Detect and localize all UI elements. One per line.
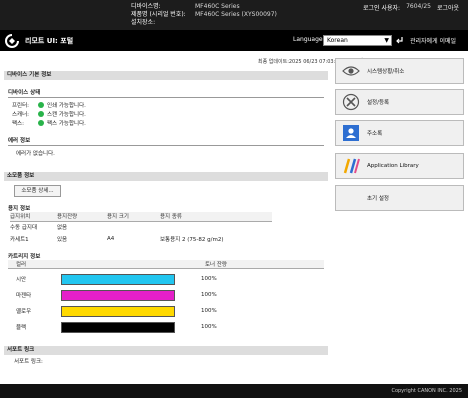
- status-ok-icon: [38, 110, 44, 117]
- table-row: 수동 급지대 없음: [10, 221, 272, 233]
- language-select[interactable]: Korean ▼: [323, 35, 392, 46]
- cartridge-name: 시안: [16, 277, 27, 283]
- error-text: 에러가 없습니다.: [16, 151, 55, 157]
- device-info-section-title: 디바이스 기본 정보: [4, 71, 328, 80]
- device-status-title: 디바이스 상태: [8, 90, 41, 96]
- copyright: Copyright CANON INC. 2025: [391, 388, 462, 394]
- table-cell: [160, 221, 272, 233]
- cartridge-row-cyan: 시안 100%: [4, 271, 328, 287]
- table-cell: 있음: [57, 237, 68, 243]
- eye-icon: [341, 61, 361, 81]
- support-link-label: 서포트 링크:: [14, 359, 43, 365]
- initial-settings-button[interactable]: 초기 설정: [335, 185, 464, 211]
- application-library-icon: [341, 156, 361, 176]
- toner-bar: [61, 289, 175, 301]
- status-ok-icon: [38, 119, 44, 126]
- chevron-down-icon: ▼: [384, 37, 389, 44]
- consumables-detail-button[interactable]: 소모품 상세...: [14, 185, 61, 197]
- address-book-button[interactable]: 주소록: [335, 120, 464, 146]
- apply-language-icon[interactable]: [395, 35, 404, 45]
- status-row-fax: 팩스: 팩스 가능합니다.: [4, 118, 328, 127]
- divider: [8, 97, 324, 98]
- toner-level: 100%: [201, 308, 217, 314]
- column-header: 토너 잔량: [205, 262, 227, 268]
- toner-level: 100%: [201, 276, 217, 282]
- consumables-section-title: 소모품 정보: [4, 172, 328, 181]
- cartridge-name: 옐로우: [16, 309, 32, 315]
- toner-bar: [61, 321, 175, 333]
- device-name-value: MF460C Series: [195, 3, 240, 10]
- table-cell: 보통용지 2 (75-82 g/m2): [160, 237, 224, 243]
- main-content: 디바이스 기본 정보 디바이스 상태 프린터: 인쇄 가능합니다. 스캐너: 스…: [4, 71, 328, 365]
- table-cell: A4: [107, 236, 115, 242]
- table-cell: [107, 221, 160, 233]
- status-label: 프린터:: [12, 102, 30, 109]
- mail-admin-link[interactable]: 관리자에게 이메일: [410, 36, 456, 45]
- cartridge-info-title: 카트리지 정보: [8, 254, 41, 260]
- product-label: 제품명 (시리얼 번호):: [131, 11, 186, 18]
- page-title: 리모트 UI: 포털: [25, 37, 74, 45]
- column-header: 용지잔량: [57, 212, 107, 222]
- toner-bar: [61, 273, 175, 285]
- remote-ui-logo-icon: [5, 34, 19, 48]
- button-label: 설정/등록: [367, 100, 390, 106]
- column-header: 용지 종류: [160, 212, 272, 222]
- button-label: Application Library: [367, 163, 419, 169]
- status-label: 스캐너:: [12, 111, 30, 118]
- language-label: Language:: [293, 36, 325, 43]
- portal-header: 리모트 UI: 포털 Language: Korean ▼ 관리자에게 이메일: [0, 30, 468, 51]
- table-cell: 카세트1: [10, 237, 29, 243]
- login-user: 7604/25: [406, 3, 431, 10]
- device-name-label: 디바이스명:: [131, 3, 161, 10]
- cartridge-table-header: 컬러 토너 잔량: [8, 260, 324, 269]
- status-label: 팩스:: [12, 120, 24, 127]
- column-header: 컬러: [16, 262, 27, 268]
- login-info: 로그인 사용자: 7604/25 로그아웃: [363, 3, 459, 12]
- cartridge-row-yellow: 옐로우 100%: [4, 303, 328, 319]
- toner-bar: [61, 305, 175, 317]
- status-monitor-button[interactable]: 시스템상황/취소: [335, 58, 464, 84]
- product-value: MF460C Series (XYS00097): [195, 11, 277, 18]
- status-ok-icon: [38, 101, 44, 108]
- toner-level: 100%: [201, 324, 217, 330]
- button-label: 시스템상황/취소: [367, 69, 405, 75]
- table-header: 급지위치 용지잔량 용지 크기 용지 종류: [10, 212, 272, 222]
- top-info-bar: 디바이스명: MF460C Series 제품명 (시리얼 번호): MF460C …: [0, 0, 468, 30]
- paper-info-title: 용지 정보: [8, 206, 31, 212]
- support-section-title: 서포트 링크: [4, 346, 328, 355]
- table-cell: 수동 급지대: [10, 225, 38, 232]
- settings-icon: [341, 92, 361, 112]
- cartridge-row-magenta: 마젠타 100%: [4, 287, 328, 303]
- language-value: Korean: [327, 37, 348, 44]
- cartridge-row-black: 블랙 100%: [4, 319, 328, 335]
- toner-level: 100%: [201, 292, 217, 298]
- blank-icon: [341, 188, 361, 208]
- status-row-scanner: 스캐너: 스캔 가능합니다.: [4, 109, 328, 118]
- cartridge-name: 블랙: [16, 325, 27, 331]
- status-value: 팩스 가능합니다.: [47, 120, 86, 127]
- device-info: 디바이스명: MF460C Series 제품명 (시리얼 번호): MF460C …: [131, 3, 277, 27]
- location-label: 설치장소:: [131, 19, 156, 26]
- application-library-button[interactable]: Application Library: [335, 153, 464, 179]
- settings-button[interactable]: 설정/등록: [335, 89, 464, 115]
- button-label: 주소록: [367, 131, 383, 137]
- column-header: 급지위치: [10, 212, 57, 222]
- column-header: 용지 크기: [107, 212, 160, 222]
- paper-table: 급지위치 용지잔량 용지 크기 용지 종류 수동 급지대 없음 카세트1 있음 …: [10, 212, 272, 245]
- footer: Copyright CANON INC. 2025: [0, 384, 468, 398]
- button-label: 초기 설정: [367, 196, 389, 202]
- divider: [8, 145, 324, 146]
- address-book-icon: [341, 123, 361, 143]
- status-value: 인쇄 가능합니다.: [47, 102, 86, 109]
- table-cell: 없음: [57, 225, 68, 232]
- error-info-title: 에러 정보: [8, 138, 31, 144]
- table-row: 카세트1 있음 A4 보통용지 2 (75-82 g/m2): [10, 233, 272, 245]
- status-value: 스캔 가능합니다.: [47, 111, 86, 118]
- status-row-printer: 프린터: 인쇄 가능합니다.: [4, 100, 328, 109]
- logout-link[interactable]: 로그아웃: [437, 3, 459, 12]
- login-label: 로그인 사용자:: [363, 5, 401, 12]
- cartridge-name: 마젠타: [16, 293, 32, 299]
